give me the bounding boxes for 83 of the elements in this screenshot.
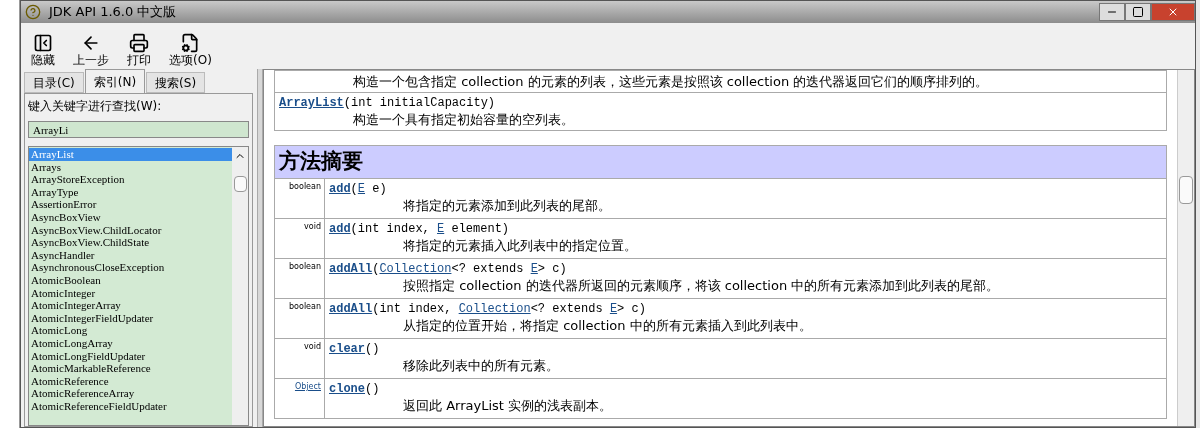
scroll-thumb[interactable] [1179, 176, 1193, 204]
index-item[interactable]: AtomicMarkableReference [29, 362, 232, 375]
signature-text: e) [371, 181, 387, 197]
return-type: boolean [289, 301, 321, 313]
close-icon [1167, 6, 1179, 18]
index-item[interactable]: AssertionError [29, 198, 232, 211]
type-link[interactable]: E [530, 261, 538, 277]
scroll-thumb[interactable] [233, 176, 247, 192]
index-item[interactable]: AtomicLongFieldUpdater [29, 349, 232, 363]
type-link[interactable]: Collection [379, 261, 452, 277]
signature-text: () [365, 341, 380, 357]
method-link[interactable]: clear [329, 341, 365, 357]
method-link[interactable]: addAll [329, 301, 373, 317]
help-icon [25, 4, 41, 20]
maximize-icon [1132, 6, 1144, 18]
index-item[interactable]: ArrayStoreException [29, 173, 232, 186]
document-gear-icon [180, 33, 201, 53]
scrollbar[interactable] [232, 147, 248, 425]
panel-icon [33, 33, 53, 53]
constructor-description: 构造一个包含指定 collection 的元素的列表，这些元素是按照该 collection 的迭代器返回它们的顺序排列的。 [352, 73, 990, 90]
method-link[interactable]: ArrayList [279, 95, 344, 111]
signature-text: element) [450, 221, 510, 237]
index-item[interactable]: AtomicReferenceFieldUpdater [29, 399, 232, 413]
signature-text: () [365, 381, 380, 397]
return-type-link[interactable]: Object [294, 381, 321, 393]
index-item[interactable]: AtomicIntegerFieldUpdater [29, 311, 232, 325]
return-type: boolean [289, 261, 321, 273]
signature-text: ( [350, 181, 358, 197]
type-link[interactable]: E [609, 301, 618, 317]
signature-text: ( [372, 261, 380, 277]
search-label: 键入关键字进行查找(W): [28, 98, 163, 115]
tab[interactable]: 索引(N) [84, 69, 146, 93]
index-item[interactable]: AtomicReference [29, 374, 232, 388]
signature-text: (int initialCapacity) [343, 95, 496, 111]
vertical-scrollbar[interactable] [1177, 70, 1194, 426]
signature-text: <? extends [451, 261, 525, 277]
method-description: 返回此 ArrayList 实例的浅表副本。 [402, 397, 612, 415]
type-link[interactable]: E [437, 221, 445, 237]
method-link[interactable]: add [329, 221, 351, 237]
method-link[interactable]: clone [329, 381, 365, 397]
signature-text: (int index, [372, 301, 453, 317]
toolbar-button[interactable]: 上一步 [73, 33, 109, 67]
toolbar-button[interactable]: 打印 [127, 33, 151, 67]
method-link[interactable]: addAll [329, 261, 373, 277]
constructor-description: 构造一个具有指定初始容量的空列表。 [352, 111, 575, 128]
method-description: 将指定的元素添加到此列表的尾部。 [402, 197, 611, 215]
signature-text: (int index, [350, 221, 431, 237]
index-item[interactable]: AsyncBoxView.ChildState [29, 236, 232, 249]
index-item[interactable]: Arrays [29, 160, 232, 174]
toolbar-button[interactable]: 选项(O) [169, 33, 212, 67]
tab[interactable]: 搜索(S) [146, 72, 206, 93]
index-item[interactable]: AtomicInteger [29, 286, 232, 300]
method-link[interactable]: add [329, 181, 351, 197]
type-link[interactable]: Collection [458, 301, 531, 317]
type-link[interactable]: E [357, 181, 365, 197]
index-item[interactable]: AsyncBoxView [29, 210, 232, 224]
index-item[interactable]: ArrayType [29, 185, 232, 199]
index-item[interactable]: AsyncHandler [29, 248, 232, 262]
index-item[interactable]: AtomicLongArray [29, 336, 232, 350]
printer-icon [129, 33, 149, 53]
window-title: JDK API 1.6.0 中文版 [49, 3, 177, 22]
index-item[interactable]: AtomicReferenceArray [29, 387, 232, 400]
return-type: void [304, 341, 321, 353]
toolbar-button[interactable]: 隐藏 [31, 33, 55, 67]
index-item[interactable]: AsynchronousCloseException [29, 261, 232, 274]
signature-text: > c) [617, 301, 646, 317]
index-item[interactable]: AtomicIntegerArray [29, 299, 232, 312]
index-item[interactable]: AtomicLong [29, 324, 232, 337]
return-type: void [304, 221, 321, 233]
method-description: 按照指定 collection 的迭代器所返回的元素顺序，将该 collection 中的所有元素添加到此列表的尾部。 [402, 277, 1000, 295]
index-item[interactable]: AsyncBoxView.ChildLocator [29, 223, 232, 237]
tab[interactable]: 目录(C) [24, 72, 84, 93]
section-heading: 方法摘要 [275, 146, 1166, 178]
maximize-button[interactable] [1125, 3, 1151, 21]
method-description: 从指定的位置开始，将指定 collection 中的所有元素插入到此列表中。 [402, 317, 812, 335]
index-item[interactable]: AtomicBoolean [29, 273, 232, 287]
minimize-button[interactable] [1099, 3, 1125, 21]
signature-text: <? extends [530, 301, 604, 317]
return-type: boolean [289, 181, 321, 193]
method-description: 移除此列表中的所有元素。 [402, 357, 559, 375]
method-description: 将指定的元素插入此列表中的指定位置。 [402, 237, 637, 255]
signature-text: > c) [537, 261, 567, 277]
search-field[interactable]: ArrayLi [28, 121, 249, 138]
